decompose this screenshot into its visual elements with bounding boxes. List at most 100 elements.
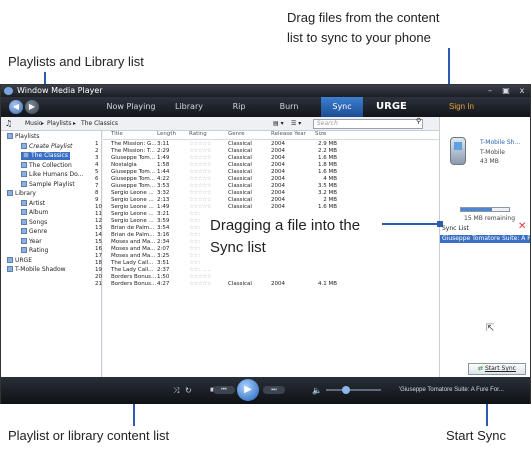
tree-item[interactable]: The Collection — [21, 161, 72, 170]
track-year: 2004 — [271, 148, 285, 154]
tab-now-playing[interactable]: Now Playing — [103, 97, 159, 117]
table-row[interactable]: 1 The Mission: G... 3:11 Classical 2004 2.9 M… — [95, 141, 439, 148]
dragging-callout-box: Dragging a file into the Sync list — [200, 210, 425, 270]
track-number: 8 — [95, 190, 99, 196]
tree-item[interactable]: Year — [21, 237, 42, 246]
track-number: 16 — [95, 246, 102, 252]
rating-stars-icon[interactable]: ☆☆☆☆☆ — [189, 155, 211, 162]
back-button[interactable]: ◀ — [9, 100, 23, 114]
track-length: 3:53 — [157, 183, 170, 189]
table-row[interactable]: 20 Borders Bonus... 1:50 ☆☆☆☆☆ — [95, 274, 439, 281]
tree-node-icon — [7, 190, 13, 196]
tree-item[interactable]: Library — [7, 190, 36, 198]
table-row[interactable]: 6 Giuseppe Tom... 4:22 Classical 2004 4 MB ☆☆☆… — [95, 176, 439, 183]
breadcrumb-current[interactable]: The Classics — [81, 117, 118, 131]
tree-item-label: Rating — [29, 247, 49, 254]
tree-item[interactable]: T-Mobile Shadow — [7, 266, 66, 274]
minimize-button[interactable]: – — [483, 85, 497, 97]
urge-logo[interactable]: URGE — [376, 97, 407, 117]
tree-item[interactable]: Playlists — [7, 133, 39, 141]
layout-options-icon[interactable]: ☰ ▾ — [291, 117, 301, 131]
volume-slider[interactable] — [326, 389, 381, 391]
column-size[interactable]: Size — [315, 131, 326, 137]
tree-item-label: Album — [29, 209, 49, 216]
tree-item[interactable]: The Classics — [21, 152, 70, 160]
track-number: 15 — [95, 239, 102, 245]
tree-item[interactable]: Songs — [21, 218, 47, 227]
tree-item[interactable]: Artist — [21, 199, 45, 208]
tree-item[interactable]: Album — [21, 209, 48, 217]
search-icon[interactable]: ⚲ — [416, 117, 421, 125]
tab-burn[interactable]: Burn — [269, 97, 309, 117]
tab-rip[interactable]: Rip — [219, 97, 259, 117]
tree-node-icon — [21, 161, 27, 168]
tab-library[interactable]: Library — [167, 97, 211, 117]
maximize-button[interactable]: ▣ — [499, 85, 513, 97]
tree-node-icon — [23, 152, 29, 158]
track-year: 2004 — [271, 162, 285, 168]
rating-stars-icon[interactable]: ☆☆☆☆☆ — [189, 183, 211, 190]
rating-stars-icon[interactable]: ☆☆☆☆☆ — [189, 197, 211, 204]
tree-item[interactable]: Genre — [21, 228, 47, 236]
nav-bar: ◀ ▶ Now Playing Library Rip Burn Sync UR… — [1, 97, 530, 117]
tree-item[interactable]: Like Humans Do... — [21, 171, 83, 179]
table-row[interactable]: 7 Giuseppe Tom... 3:53 Classical 2004 3.5 MB ☆… — [95, 183, 439, 190]
shuffle-icon[interactable]: ⤨ — [173, 386, 179, 396]
track-title: Nostalgia — [111, 162, 137, 168]
volume-slider-knob[interactable] — [342, 386, 350, 394]
track-number: 7 — [95, 183, 99, 189]
storage-bar-fill — [461, 208, 493, 211]
next-button[interactable]: ⏭ — [263, 386, 285, 394]
table-row[interactable]: 3 Giuseppe Tom... 1:49 Classical 2004 1.6 MB ☆… — [95, 155, 439, 162]
column-genre[interactable]: Genre — [228, 131, 245, 137]
start-sync-button[interactable]: ⇄ Start Sync — [468, 363, 526, 375]
track-size: 1.8 MB — [317, 162, 337, 168]
track-genre: Classical — [228, 148, 252, 154]
rating-stars-icon[interactable]: ☆☆☆☆☆ — [189, 281, 211, 288]
tree-item[interactable]: Create Playlist — [21, 142, 72, 151]
breadcrumb-playlists[interactable]: Playlists — [47, 117, 71, 131]
repeat-icon[interactable]: ↻ — [185, 386, 192, 396]
search-input[interactable]: Search — [313, 119, 423, 129]
table-row[interactable]: 4 Nostalgia 1:58 Classical 2004 1.8 MB ☆☆☆☆☆ — [95, 162, 439, 169]
rating-stars-icon[interactable]: ☆☆☆☆☆ — [189, 176, 211, 183]
content-list-header: Title Length Rating Genre Release Year S… — [103, 131, 439, 140]
track-number: 20 — [95, 274, 102, 280]
tree-item[interactable]: Rating — [21, 247, 48, 255]
sync-list-label[interactable]: Sync List — [442, 225, 469, 232]
rating-stars-icon[interactable]: ☆☆☆☆☆ — [189, 190, 211, 197]
mute-icon[interactable]: 🔈 — [312, 386, 322, 396]
rating-stars-icon[interactable]: ☆☆☆☆☆ — [189, 169, 211, 176]
breadcrumb-music[interactable]: Music — [25, 117, 42, 131]
column-length[interactable]: Length — [157, 131, 176, 137]
column-title[interactable]: Title — [111, 131, 123, 137]
tree-item[interactable]: Sample Playlist — [21, 180, 75, 189]
rating-stars-icon[interactable]: ☆☆☆☆☆ — [189, 162, 211, 169]
column-rating[interactable]: Rating — [189, 131, 207, 137]
rating-stars-icon[interactable]: ☆☆☆☆☆ — [189, 274, 211, 281]
callout-dragging-line2: Sync list — [210, 239, 266, 256]
play-button[interactable]: ▶ — [237, 379, 259, 401]
device-name[interactable]: T-Mobile Sh... — [480, 139, 520, 146]
table-row[interactable]: 21 Borders Bonus... 4:27 Classical 2004 4.1 M… — [95, 281, 439, 288]
view-options-icon[interactable]: ▤ ▾ — [273, 117, 284, 131]
close-button[interactable]: x — [515, 85, 529, 97]
table-row[interactable]: 8 Sergio Leone ... 3:32 Classical 2004 3.2 MB… — [95, 190, 439, 197]
start-sync-label: Start Sync — [484, 365, 516, 372]
clear-list-icon[interactable]: ✕ — [518, 221, 526, 232]
rating-stars-icon[interactable]: ☆☆☆☆☆ — [189, 141, 211, 148]
table-row[interactable]: 2 The Mission: T... 2:29 Classical 2004 2.2 M… — [95, 148, 439, 155]
previous-button[interactable]: ⏮ — [213, 386, 235, 394]
table-row[interactable]: 5 Giuseppe Tom... 1:44 Classical 2004 1.6 MB ☆… — [95, 169, 439, 176]
tab-sync[interactable]: Sync — [321, 97, 363, 117]
rating-stars-icon[interactable]: ☆☆☆☆☆ — [189, 148, 211, 155]
forward-button[interactable]: ▶ — [25, 100, 39, 114]
track-title: Sergio Leone ... — [111, 218, 154, 224]
sign-in-link[interactable]: Sign In — [449, 97, 474, 117]
tree-item[interactable]: URGE — [7, 256, 32, 265]
column-release-year[interactable]: Release Year — [271, 131, 306, 137]
sync-list-item[interactable]: Giuseppe Tomatore Suite: A P... — [440, 235, 530, 243]
track-year: 2004 — [271, 190, 285, 196]
track-title: Moses and Ma... — [111, 239, 156, 245]
table-row[interactable]: 9 Sergio Leone ... 2:13 Classical 2004 2 MB ☆☆… — [95, 197, 439, 204]
